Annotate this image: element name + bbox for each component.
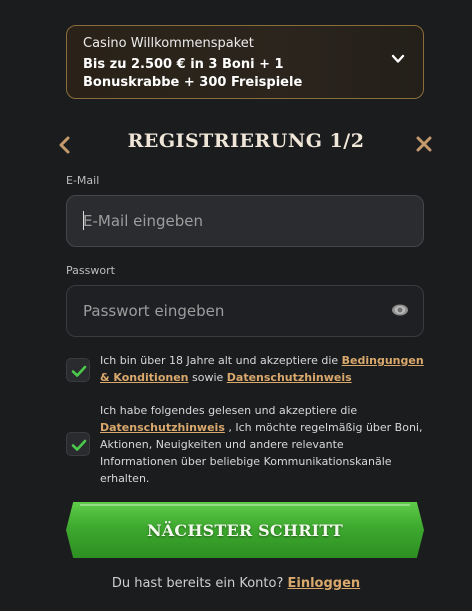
consent-text: sowie (188, 371, 227, 384)
email-label: E-Mail (66, 174, 100, 187)
next-step-button[interactable]: NÄCHSTER SCHRITT (66, 502, 424, 558)
checkmark-icon (71, 365, 87, 377)
close-icon[interactable] (414, 134, 434, 154)
age-terms-checkbox[interactable] (66, 358, 90, 382)
login-prompt: Du hast bereits ein Konto? Einloggen (0, 576, 472, 591)
email-field[interactable] (66, 195, 424, 247)
password-field[interactable] (66, 285, 424, 337)
login-question: Du hast bereits ein Konto? (111, 576, 284, 591)
privacy-link[interactable]: Datenschutzhinweis (227, 371, 352, 384)
marketing-text: Ich habe folgendes gelesen und akzeptier… (100, 402, 424, 487)
marketing-checkbox[interactable] (66, 432, 90, 456)
login-link[interactable]: Einloggen (287, 576, 360, 591)
consent-text: Ich bin über 18 Jahre alt und akzeptiere… (100, 354, 342, 367)
page-title: REGISTRIERUNG 1/2 (127, 130, 365, 152)
promo-text: Bis zu 2.500 € in 3 Boni + 1 Bonuskrabbe… (83, 57, 303, 90)
marketing-consent: Ich habe folgendes gelesen und akzeptier… (66, 402, 424, 488)
text-caret (83, 211, 84, 230)
welcome-package-dropdown[interactable]: Casino Willkommenspaket Bis zu 2.500 € i… (66, 25, 424, 99)
checkmark-icon (71, 439, 87, 451)
age-terms-consent: Ich bin über 18 Jahre alt und akzeptiere… (66, 354, 424, 390)
registration-header: REGISTRIERUNG 1/2 (52, 128, 440, 162)
chevron-down-icon[interactable] (391, 52, 405, 66)
button-highlight (80, 504, 410, 506)
privacy-link[interactable]: Datenschutzhinweis (100, 421, 225, 434)
password-label: Passwort (66, 264, 115, 277)
eye-icon[interactable] (391, 303, 409, 317)
promo-title: Casino Willkommenspaket (83, 36, 254, 51)
age-terms-text: Ich bin über 18 Jahre alt und akzeptiere… (100, 352, 424, 386)
consent-text: Ich habe folgendes gelesen und akzeptier… (100, 404, 358, 417)
